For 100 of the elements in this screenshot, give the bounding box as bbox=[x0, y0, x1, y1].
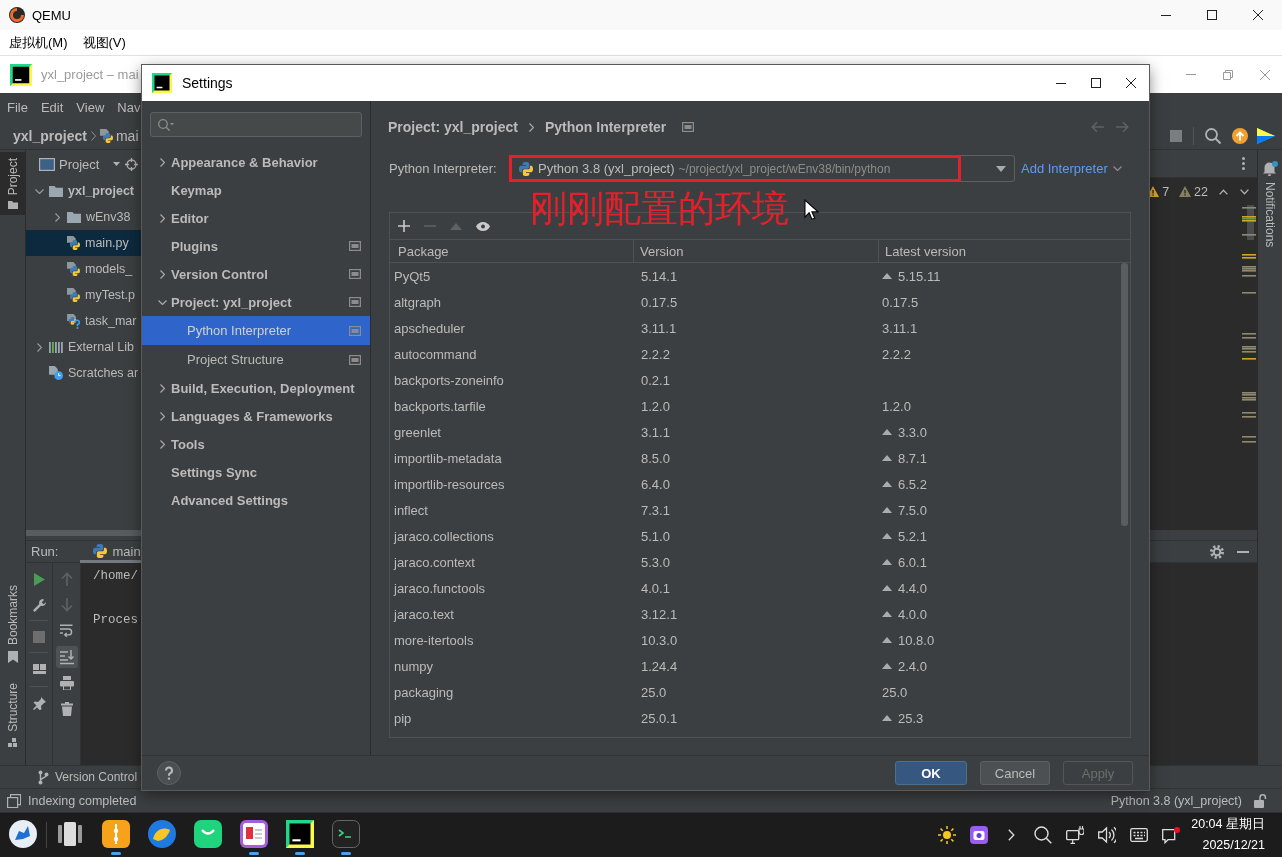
run-icon[interactable] bbox=[33, 572, 45, 586]
task-view-icon[interactable] bbox=[58, 822, 82, 846]
maximize-icon[interactable] bbox=[1207, 10, 1217, 20]
caret-down-icon[interactable] bbox=[113, 162, 121, 166]
minimize-icon[interactable] bbox=[1161, 14, 1171, 16]
camera-app-icon[interactable] bbox=[970, 826, 989, 844]
search-icon[interactable] bbox=[1034, 826, 1053, 844]
update-icon[interactable] bbox=[1232, 127, 1248, 144]
clock[interactable]: 20:04 星期日 2025/12/21 bbox=[1191, 813, 1282, 857]
dialog-button[interactable]: Cancel bbox=[980, 761, 1050, 785]
table-cell: 25.3 bbox=[898, 710, 924, 726]
lock-icon[interactable] bbox=[1254, 793, 1267, 808]
zipper-app-icon[interactable] bbox=[102, 820, 130, 848]
minimize-icon[interactable] bbox=[1056, 82, 1066, 84]
tool-window-tab[interactable]: Project bbox=[0, 152, 25, 216]
column-header[interactable]: Package bbox=[390, 240, 634, 262]
settings-nav-item[interactable]: Build, Execution, Deployment bbox=[142, 374, 370, 402]
tree-item[interactable]: yxl_project bbox=[26, 178, 141, 204]
close-icon[interactable] bbox=[1126, 78, 1136, 88]
table-cell: 1.2.0 bbox=[641, 398, 670, 414]
eye-icon[interactable] bbox=[476, 221, 490, 231]
table-cell: 6.4.0 bbox=[641, 476, 670, 492]
text-editor-app-icon[interactable] bbox=[240, 820, 268, 848]
settings-nav-item[interactable]: Settings Sync bbox=[142, 458, 370, 486]
help-icon[interactable] bbox=[157, 761, 181, 785]
tree-item[interactable]: External Lib bbox=[26, 334, 141, 360]
chat-app-icon[interactable] bbox=[194, 820, 222, 848]
status-interpreter[interactable]: Python 3.8 (yxl_project) bbox=[1110, 793, 1242, 808]
console-line: /home/ bbox=[93, 568, 138, 585]
status-icon[interactable] bbox=[7, 793, 21, 808]
crosshair-icon[interactable] bbox=[125, 157, 139, 171]
restore-icon[interactable] bbox=[1223, 69, 1233, 80]
notification-icon[interactable] bbox=[1162, 826, 1181, 844]
network-icon[interactable] bbox=[1066, 826, 1085, 844]
brightness-icon[interactable] bbox=[938, 826, 957, 844]
search-field[interactable] bbox=[150, 112, 362, 137]
menu-item[interactable]: 虚拟机(M) bbox=[9, 33, 68, 52]
keyboard-icon[interactable] bbox=[1130, 828, 1149, 842]
settings-nav-item[interactable]: Python Interpreter bbox=[142, 316, 370, 345]
settings-icon[interactable] bbox=[1210, 544, 1224, 559]
menu-item[interactable]: View bbox=[76, 100, 105, 115]
chevron-right-icon[interactable] bbox=[1007, 829, 1015, 841]
menu-item[interactable]: File bbox=[7, 100, 28, 115]
add-interpreter-link[interactable]: Add Interpreter bbox=[1021, 161, 1122, 176]
close-icon[interactable] bbox=[1253, 10, 1263, 20]
breadcrumb-item[interactable]: mai bbox=[99, 127, 139, 144]
settings-nav-item[interactable]: Project: yxl_project bbox=[142, 288, 370, 316]
tree-item[interactable]: wEnv38 bbox=[26, 204, 141, 230]
tree-item[interactable]: Scratches ar bbox=[26, 360, 141, 386]
column-header[interactable]: Version bbox=[634, 240, 879, 262]
start-icon[interactable] bbox=[9, 820, 37, 848]
tree-item[interactable]: main.py bbox=[26, 230, 141, 256]
menu-item[interactable]: Edit bbox=[40, 100, 64, 115]
settings-nav-item[interactable]: Editor bbox=[142, 204, 370, 232]
pin-icon[interactable] bbox=[32, 696, 46, 710]
trash-icon[interactable] bbox=[60, 702, 73, 716]
panel-title[interactable]: Project bbox=[59, 156, 100, 172]
settings-nav-item[interactable]: Version Control bbox=[142, 260, 370, 288]
more-options-icon[interactable] bbox=[1242, 157, 1245, 170]
scroll-to-end-icon[interactable] bbox=[55, 646, 78, 668]
soft-wrap-icon[interactable] bbox=[60, 624, 73, 638]
settings-nav-item[interactable]: Project Structure bbox=[142, 345, 370, 374]
interpreter-combobox[interactable]: Python 3.8 (yxl_project) ~/project/yxl_project/wEnv38/bin/python bbox=[509, 155, 1015, 182]
menu-item[interactable]: Nav bbox=[117, 100, 141, 115]
tree-item[interactable]: myTest.p bbox=[26, 282, 141, 308]
volume-icon[interactable] bbox=[1098, 826, 1117, 844]
add-icon[interactable] bbox=[398, 220, 410, 232]
dialog-button[interactable]: OK bbox=[895, 761, 967, 785]
settings-nav-item[interactable]: Tools bbox=[142, 430, 370, 458]
tree-item[interactable]: task_mar bbox=[26, 308, 141, 334]
layout-icon[interactable] bbox=[32, 664, 46, 674]
settings-nav-item[interactable]: Appearance & Behavior bbox=[142, 148, 370, 176]
chevron-up-icon[interactable] bbox=[1219, 188, 1228, 195]
tool-window-tab[interactable]: Version Control bbox=[38, 769, 138, 785]
settings-nav-item[interactable]: Languages & Frameworks bbox=[142, 402, 370, 430]
project-scope-icon bbox=[682, 122, 695, 132]
column-header[interactable]: Latest version bbox=[879, 240, 1120, 262]
mouse-cursor-icon bbox=[804, 199, 819, 221]
print-icon[interactable] bbox=[59, 676, 74, 690]
menu-item[interactable]: 视图(V) bbox=[82, 33, 126, 52]
tree-item[interactable]: models_ bbox=[26, 256, 141, 282]
tool-window-tab[interactable]: Structure bbox=[0, 677, 25, 753]
browser-app-icon[interactable] bbox=[148, 820, 176, 848]
wrench-icon[interactable] bbox=[32, 598, 46, 612]
tool-window-tab[interactable]: Bookmarks bbox=[0, 579, 25, 670]
terminal-app-icon[interactable] bbox=[332, 820, 360, 848]
chevron-down-icon[interactable] bbox=[1240, 188, 1249, 195]
settings-nav-item[interactable]: Advanced Settings bbox=[142, 486, 370, 514]
triangle-logo-icon[interactable] bbox=[1257, 127, 1275, 144]
table-cell: 3.3.0 bbox=[898, 424, 927, 440]
maximize-icon[interactable] bbox=[1091, 78, 1101, 88]
dropdown-arrow-icon bbox=[996, 165, 1006, 172]
stop-icon[interactable] bbox=[1170, 129, 1182, 142]
breadcrumb-item[interactable]: yxl_project bbox=[13, 127, 87, 144]
settings-nav-item[interactable]: Keymap bbox=[142, 176, 370, 204]
settings-nav-item[interactable]: Plugins bbox=[142, 232, 370, 260]
breadcrumb-item: Project: yxl_project bbox=[388, 119, 518, 135]
tool-window-tab[interactable]: Notifications bbox=[1257, 161, 1282, 254]
weak-warning-icon[interactable] bbox=[1179, 186, 1192, 197]
pycharm-logo-icon[interactable] bbox=[286, 820, 314, 848]
